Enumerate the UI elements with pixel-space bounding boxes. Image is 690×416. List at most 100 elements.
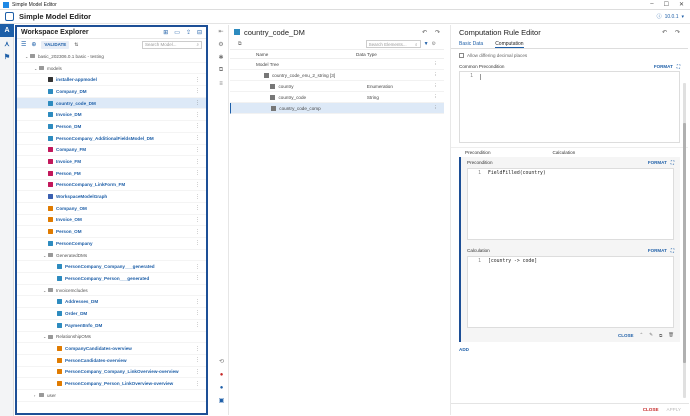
model-row[interactable]: country_code String ⋮ [230, 92, 444, 103]
model-row[interactable]: country_code_comp ⋮ [230, 103, 444, 114]
add-icon[interactable]: ⊕ [31, 41, 36, 48]
kebab-menu-icon[interactable]: ⋮ [195, 205, 200, 211]
subtab-calculation[interactable]: Calculation [553, 150, 576, 155]
format-button[interactable]: FORMAT [648, 248, 667, 253]
kebab-menu-icon[interactable]: ⋮ [195, 229, 200, 235]
kebab-menu-icon[interactable]: ⋮ [195, 310, 200, 316]
tree-item[interactable]: PersonCompany_Company___generated ⋮ [17, 261, 206, 274]
close-button[interactable]: CLOSE [643, 407, 659, 412]
common-precondition-editor[interactable]: 1 [459, 71, 680, 143]
new-folder-icon[interactable]: ▭ [174, 29, 180, 36]
edit-icon[interactable]: ✎ [649, 332, 653, 338]
filter-icon[interactable]: ▼ [424, 41, 429, 47]
tree-folder[interactable]: ⌄ models [17, 63, 206, 75]
kebab-menu-icon[interactable]: ⋮ [195, 381, 200, 387]
delete-icon[interactable]: 🗑 [668, 332, 674, 338]
close-icon[interactable]: ✕ [679, 1, 684, 8]
minimize-icon[interactable]: – [650, 1, 653, 8]
link-icon[interactable]: ⧉ [214, 64, 228, 77]
kebab-menu-icon[interactable]: ⋮ [433, 105, 438, 111]
kebab-menu-icon[interactable]: ⋮ [195, 159, 200, 165]
format-button[interactable]: FORMAT [654, 64, 673, 69]
dictionary-rail-icon[interactable]: ⚑ [0, 50, 14, 63]
undo-icon[interactable]: ↶ [422, 29, 427, 36]
list-icon[interactable]: ≡ [214, 77, 228, 90]
settings-circle-icon[interactable]: ⚙ [432, 41, 436, 47]
kebab-menu-icon[interactable]: ⋮ [195, 170, 200, 176]
version-indicator[interactable]: ⓘ 10.0.1 ▾ [657, 13, 684, 21]
kebab-menu-icon[interactable]: ⋮ [433, 83, 438, 89]
new-file-icon[interactable]: ⊞ [163, 29, 168, 36]
tree-item[interactable]: country_code_DM ⋮ [17, 97, 206, 110]
kebab-menu-icon[interactable]: ⋮ [195, 135, 200, 141]
chevron-up-icon[interactable]: ⌃ [640, 332, 644, 338]
model-tree-row[interactable]: Model Tree ⋮ [230, 59, 444, 70]
undo-icon[interactable]: ↶ [662, 29, 667, 36]
redo-icon[interactable]: ↷ [675, 29, 680, 36]
kebab-menu-icon[interactable]: ⋮ [195, 123, 200, 129]
validate-button[interactable]: VALIDATE [41, 40, 70, 49]
settings-icon[interactable]: ⚙ [214, 38, 228, 51]
tree-item[interactable]: PersonCandidates-overview ⋮ [17, 355, 206, 367]
condition-close-button[interactable]: CLOSE [618, 333, 634, 338]
scrollbar-thumb[interactable] [683, 123, 686, 363]
tree-item[interactable]: Addresses_DM ⋮ [17, 296, 206, 309]
tree-item[interactable]: Invoice_DM ⋮ [17, 109, 206, 122]
collapse-panel-icon[interactable]: ⇤ [214, 25, 228, 38]
sort-icon[interactable]: ⇅ [74, 42, 78, 48]
kebab-menu-icon[interactable]: ⋮ [195, 194, 200, 200]
workspace-rail-icon[interactable]: A [0, 24, 14, 37]
error-icon[interactable]: ● [214, 368, 229, 381]
allow-decimal-checkbox[interactable]: Allow differing decimal places [451, 49, 688, 62]
tree-item[interactable]: WorkspaceModelGraph ⋮ [17, 191, 206, 203]
kebab-menu-icon[interactable]: ⋮ [195, 346, 200, 352]
precondition-editor[interactable]: 1 FieldFilled(country) [467, 168, 674, 240]
tree-item[interactable]: PersonCompany ⋮ [17, 238, 206, 250]
copy-icon[interactable]: ⧉ [659, 333, 662, 338]
tree-item[interactable]: PersonCompany_Person_LinkOverview-overvi… [17, 378, 206, 390]
tree-folder[interactable]: ⌄ basic_202306.0.1 basic - testing [17, 51, 206, 63]
tab-basic-data[interactable]: Basic Data [459, 39, 483, 48]
kebab-menu-icon[interactable]: ⋮ [195, 357, 200, 363]
tree-folder[interactable]: › user [17, 390, 206, 402]
maximize-icon[interactable]: ☐ [664, 1, 669, 8]
tree-folder[interactable]: ⌄ GeneratedDMs [17, 250, 206, 262]
kebab-menu-icon[interactable]: ⋮ [195, 299, 200, 305]
expand-icon[interactable]: ⛶ [677, 64, 680, 69]
tree-folder[interactable]: ⌄ RelationshipOMs [17, 332, 206, 344]
warning-icon[interactable]: ● [214, 381, 229, 394]
tree-item[interactable]: Company_FM ⋮ [17, 145, 206, 157]
add-button[interactable]: ADD [459, 347, 680, 352]
tree-item[interactable]: Person_DM ⋮ [17, 121, 206, 133]
element-search-input[interactable]: Search Elements... ⌕ [365, 40, 421, 48]
kebab-menu-icon[interactable]: ⋮ [195, 182, 200, 188]
kebab-menu-icon[interactable]: ⋮ [195, 240, 200, 246]
pin-icon[interactable]: ✱ [214, 51, 228, 64]
kebab-menu-icon[interactable]: ⋮ [195, 100, 200, 106]
tree-item[interactable]: Invoice_OM ⋮ [17, 215, 206, 227]
tree-item[interactable]: Company_DM ⋮ [17, 86, 206, 98]
kebab-menu-icon[interactable]: ⋮ [195, 112, 200, 118]
save-icon[interactable]: ▣ [214, 394, 229, 407]
tree-item[interactable]: Person_OM ⋮ [17, 226, 206, 238]
kebab-menu-icon[interactable]: ⋮ [433, 61, 438, 67]
tree-folder[interactable]: ⌄ InvoiceIncludes [17, 285, 206, 297]
kebab-menu-icon[interactable]: ⋮ [195, 264, 200, 270]
tree-item[interactable]: PaymentInfo_DM ⋮ [17, 320, 206, 332]
tree-item[interactable]: installer-appmodel ⋮ [17, 74, 206, 87]
expand-icon[interactable]: ⛶ [671, 248, 674, 253]
kebab-menu-icon[interactable]: ⋮ [195, 275, 200, 281]
kebab-menu-icon[interactable]: ⋮ [433, 72, 438, 78]
tree-item[interactable]: Invoice_FM ⋮ [17, 156, 206, 168]
model-row[interactable]: country Enumeration ⋮ [230, 81, 444, 92]
expand-icon[interactable]: ⛶ [671, 160, 674, 165]
kebab-menu-icon[interactable]: ⋮ [195, 322, 200, 328]
tree-item[interactable]: Order_DM ⋮ [17, 308, 206, 320]
menu-icon[interactable]: ☰ [21, 41, 26, 48]
format-button[interactable]: FORMAT [648, 160, 667, 165]
model-row[interactable]: country_code_enu_2_string [3] ⋮ [230, 70, 444, 81]
kebab-menu-icon[interactable]: ⋮ [433, 94, 438, 100]
tree-item[interactable]: PersonCompany_Person___generated ⋮ [17, 273, 206, 285]
redo-icon[interactable]: ↷ [435, 29, 440, 36]
kebab-menu-icon[interactable]: ⋮ [195, 369, 200, 375]
